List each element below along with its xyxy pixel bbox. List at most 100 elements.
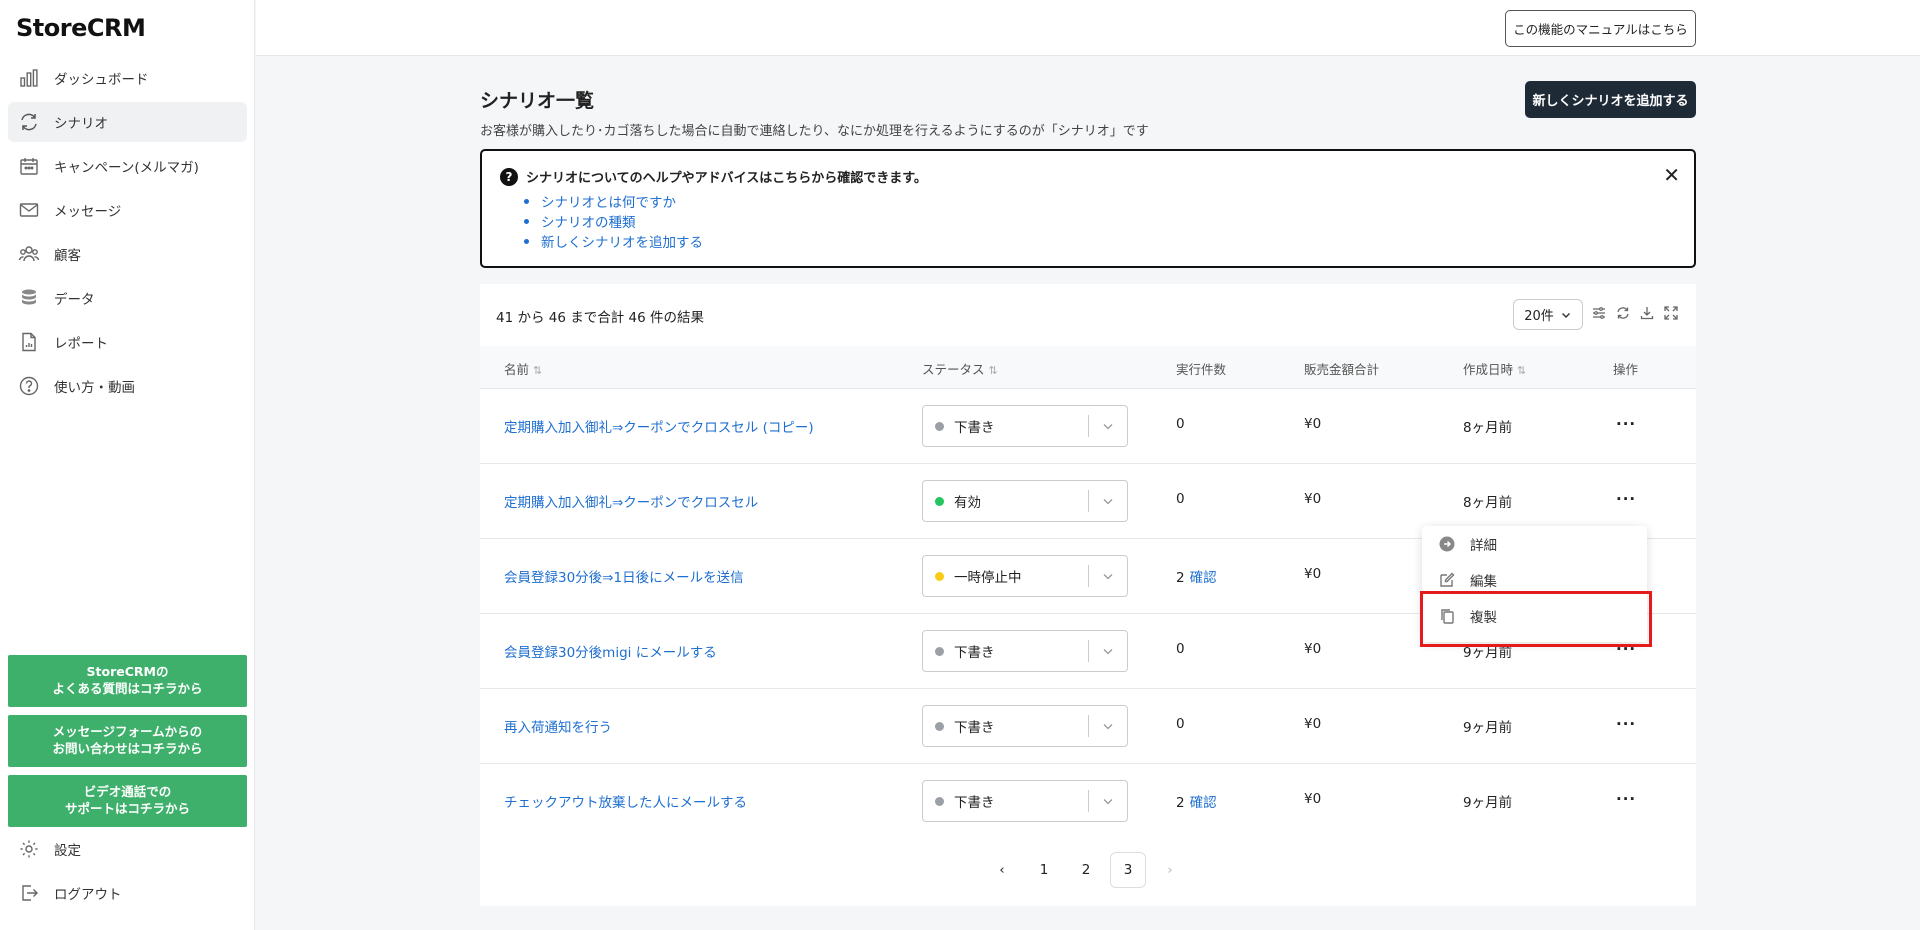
- sidebar-item-label: レポート: [54, 336, 108, 352]
- sidebar-item-logout[interactable]: ログアウト: [8, 873, 247, 913]
- help-link-add-scenario[interactable]: 新しくシナリオを追加する: [524, 231, 703, 251]
- status-select[interactable]: 有効: [922, 480, 1128, 522]
- menu-item-label: 複製: [1470, 610, 1497, 626]
- contact-form-button[interactable]: メッセージフォームからの お問い合わせはコチラから: [8, 715, 247, 767]
- chevron-down-icon: [1103, 499, 1113, 505]
- chevron-down-icon: [1103, 424, 1113, 430]
- status-label: 下書き: [954, 795, 995, 811]
- close-icon[interactable]: ✕: [1663, 165, 1680, 185]
- column-header-created[interactable]: 作成日時 ⇅: [1463, 359, 1526, 378]
- sidebar-item-report[interactable]: レポート: [8, 322, 247, 362]
- exec-count: 0: [1176, 716, 1190, 732]
- help-link-scenario-types[interactable]: シナリオの種類: [524, 211, 703, 231]
- exec-count-value: 0: [1176, 491, 1185, 507]
- created-date: 9ヶ月前: [1463, 645, 1513, 661]
- sidebar-item-label: 設定: [54, 843, 81, 859]
- download-icon[interactable]: [1639, 305, 1655, 321]
- sidebar-item-label: シナリオ: [54, 116, 108, 132]
- row-actions-button[interactable]: ...: [1616, 711, 1636, 729]
- scenario-name-link[interactable]: チェックアウト放棄した人にメールする: [504, 791, 747, 811]
- refresh-icon[interactable]: [1615, 305, 1631, 321]
- menu-item-detail[interactable]: 詳細: [1422, 526, 1647, 562]
- sidebar-item-label: 顧客: [54, 248, 81, 264]
- status-select[interactable]: 下書き: [922, 705, 1128, 747]
- column-header-sales: 販売金額合計: [1304, 362, 1380, 377]
- page-button-1[interactable]: 1: [1026, 852, 1062, 888]
- scenario-name-link[interactable]: 会員登録30分後⇒1日後にメールを送信: [504, 566, 744, 586]
- next-page-button[interactable]: ›: [1152, 852, 1188, 888]
- exec-count-value: 0: [1176, 716, 1185, 732]
- status-dot: [935, 571, 944, 581]
- exec-confirm-link[interactable]: 確認: [1190, 795, 1217, 811]
- logout-icon: [22, 885, 38, 901]
- created-date: 8ヶ月前: [1463, 420, 1513, 436]
- menu-item-edit[interactable]: 編集: [1422, 562, 1647, 598]
- page-description: お客様が購入したり･カゴ落ちした場合に自動で連絡したり、なにか処理を行えるように…: [480, 124, 1149, 139]
- manual-button[interactable]: この機能のマニュアルはこちら: [1505, 10, 1696, 47]
- status-select[interactable]: 下書き: [922, 405, 1128, 447]
- created-date: 9ヶ月前: [1463, 720, 1513, 736]
- sidebar-item-customers[interactable]: 顧客: [8, 234, 247, 274]
- status-dot: [935, 721, 944, 731]
- pagination: ‹ 1 2 3 ›: [984, 852, 1188, 888]
- add-scenario-button[interactable]: 新しくシナリオを追加する: [1525, 81, 1696, 118]
- column-header-status[interactable]: ステータス ⇅: [922, 359, 998, 378]
- sales-total: ¥0: [1304, 416, 1322, 432]
- menu-item-label: 詳細: [1470, 538, 1497, 554]
- fullscreen-icon[interactable]: [1663, 305, 1679, 321]
- status-label: 一時停止中: [954, 570, 1022, 586]
- scenario-name-link[interactable]: 再入荷通知を行う: [504, 716, 612, 736]
- scenario-name-link[interactable]: 定期購入加入御礼⇒クーポンでクロスセル: [504, 491, 758, 511]
- sidebar-item-settings[interactable]: 設定: [8, 829, 247, 869]
- gear-icon: [20, 840, 38, 858]
- chevron-down-icon: [1103, 574, 1113, 580]
- menu-item-duplicate[interactable]: 複製: [1422, 598, 1647, 634]
- scenario-name-link[interactable]: 定期購入加入御礼⇒クーポンでクロスセル (コピー): [504, 416, 814, 436]
- status-select[interactable]: 一時停止中: [922, 555, 1128, 597]
- sidebar-item-scenario[interactable]: シナリオ: [8, 102, 247, 142]
- exec-count-value: 2: [1176, 795, 1185, 811]
- chevron-down-icon: [1103, 724, 1113, 730]
- row-actions-button[interactable]: ...: [1616, 486, 1636, 504]
- page-button-2[interactable]: 2: [1068, 852, 1104, 888]
- column-header-name[interactable]: 名前 ⇅: [504, 359, 542, 378]
- status-divider: [1088, 490, 1089, 512]
- faq-button[interactable]: StoreCRMの よくある質問はコチラから: [8, 655, 247, 707]
- sales-total: ¥0: [1304, 716, 1322, 732]
- prev-page-button[interactable]: ‹: [984, 852, 1020, 888]
- row-actions-button[interactable]: ...: [1616, 411, 1636, 429]
- sidebar-item-label: メッセージ: [54, 204, 122, 220]
- row-actions-button[interactable]: ...: [1616, 786, 1636, 804]
- sidebar-item-message[interactable]: メッセージ: [8, 190, 247, 230]
- sidebar-item-data[interactable]: データ: [8, 278, 247, 318]
- status-select[interactable]: 下書き: [922, 630, 1128, 672]
- table-row: 定期購入加入御礼⇒クーポンでクロスセル (コピー) 下書き 0 ¥0 8ヶ月前...: [480, 388, 1696, 463]
- table-header: 名前 ⇅ ステータス ⇅ 実行件数 販売金額合計 作成日時 ⇅ 操作: [480, 346, 1696, 388]
- sidebar-item-label: データ: [54, 292, 95, 308]
- refresh-icon: [21, 113, 37, 131]
- exec-confirm-link[interactable]: 確認: [1190, 570, 1217, 586]
- brand-logo[interactable]: StoreCRM: [16, 14, 146, 42]
- page-button-3[interactable]: 3: [1110, 852, 1146, 888]
- column-header-exec: 実行件数: [1176, 362, 1227, 377]
- created-date: 9ヶ月前: [1463, 795, 1513, 811]
- help-title-text: シナリオについてのヘルプやアドバイスはこちらから確認できます。: [526, 171, 927, 186]
- menu-item-label: 編集: [1470, 574, 1497, 590]
- help-link-what-is-scenario[interactable]: シナリオとは何ですか: [524, 191, 703, 211]
- status-dot: [935, 796, 944, 806]
- per-page-select[interactable]: 20件: [1513, 299, 1583, 330]
- copy-icon: [1441, 609, 1454, 624]
- exec-count: 0: [1176, 491, 1190, 507]
- support-buttons: StoreCRMの よくある質問はコチラから メッセージフォームからの お問い合…: [8, 655, 247, 835]
- report-icon: [22, 332, 36, 352]
- video-support-button[interactable]: ビデオ通話での サポートはコチラから: [8, 775, 247, 827]
- sidebar-item-campaign[interactable]: キャンペーン(メルマガ): [8, 146, 247, 186]
- arrow-circle-icon: [1439, 536, 1455, 552]
- sidebar-item-label: キャンペーン(メルマガ): [54, 160, 199, 176]
- sidebar-item-howto[interactable]: 使い方・動画: [8, 366, 247, 406]
- status-select[interactable]: 下書き: [922, 780, 1128, 822]
- scenario-name-link[interactable]: 会員登録30分後migi にメールする: [504, 641, 717, 661]
- sidebar-item-dashboard[interactable]: ダッシュボード: [8, 58, 247, 98]
- filter-icon[interactable]: [1591, 305, 1607, 321]
- database-icon: [22, 289, 36, 305]
